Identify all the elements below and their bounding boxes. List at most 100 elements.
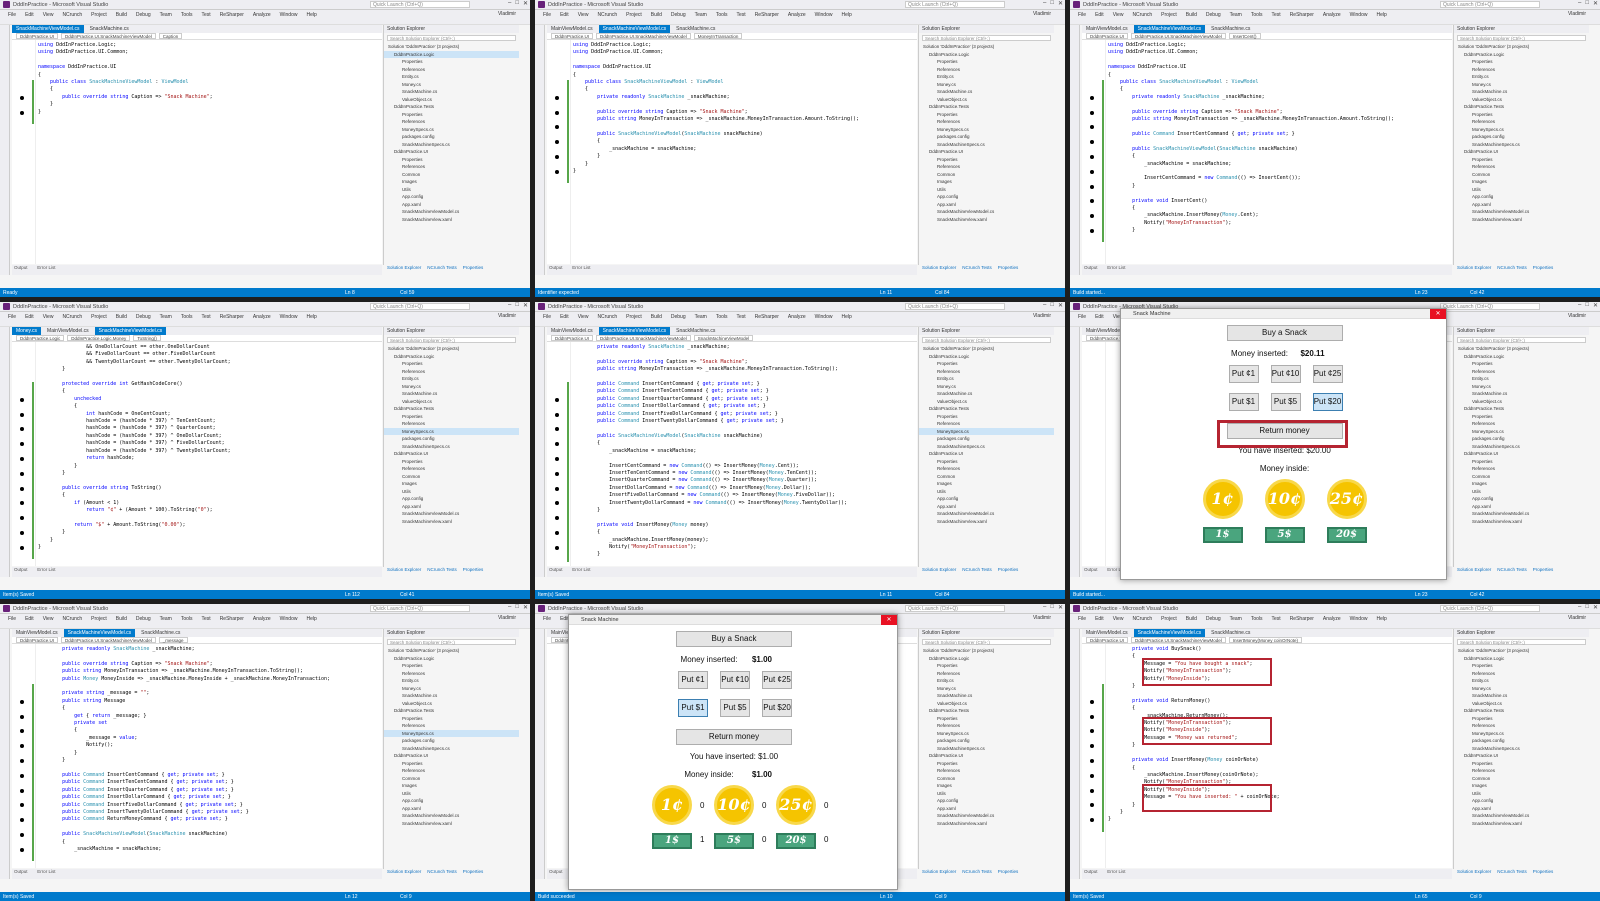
- code-editor[interactable]: private readonly SnackMachine _snackMach…: [12, 644, 382, 868]
- tree-item[interactable]: Common: [919, 775, 1054, 783]
- tree-item[interactable]: SnackMachineSpecs.cs: [919, 141, 1054, 149]
- user-name[interactable]: Vladimir: [1033, 313, 1051, 319]
- output-tab[interactable]: Output: [1084, 265, 1098, 270]
- output-tab[interactable]: Output: [549, 567, 563, 572]
- tree-item[interactable]: Properties: [919, 156, 1054, 164]
- code-editor[interactable]: private readonly SnackMachine _snackMach…: [547, 342, 917, 566]
- output-tab[interactable]: Output: [14, 869, 28, 874]
- tree-item[interactable]: packages.config: [1454, 737, 1589, 745]
- tree-item[interactable]: Images: [919, 782, 1054, 790]
- menu-item[interactable]: Analyze: [253, 616, 271, 622]
- tree-item[interactable]: DddInPractice.Logic: [384, 655, 519, 663]
- document-tab[interactable]: MainViewModel.cs: [1082, 25, 1132, 33]
- menu-item[interactable]: Tools: [716, 314, 728, 320]
- tree-item[interactable]: Properties: [384, 156, 519, 164]
- tree-item[interactable]: App.config: [1454, 495, 1589, 503]
- tree-item[interactable]: References: [919, 368, 1054, 376]
- tree-item[interactable]: Solution 'DddInPractice' (3 projects): [919, 345, 1054, 353]
- tree-item[interactable]: MoneySpecs.cs: [384, 126, 519, 134]
- document-tab[interactable]: MainViewModel.cs: [1082, 629, 1132, 637]
- tree-item[interactable]: SnackMachineViewModel.cs: [1454, 510, 1589, 518]
- tree-item[interactable]: Solution 'DddInPractice' (3 projects): [1454, 345, 1589, 353]
- code-editor[interactable]: using DddInPractice.Logic; using DddInPr…: [547, 40, 917, 264]
- menu-item[interactable]: File: [8, 616, 16, 622]
- tree-item[interactable]: DddInPractice.UI: [384, 752, 519, 760]
- tree-item[interactable]: SnackMachineViewModel.cs: [384, 812, 519, 820]
- menu-item[interactable]: NCrunch: [62, 12, 82, 18]
- tool-window-tab[interactable]: NCrunch Tests: [962, 265, 991, 271]
- breakpoint-icon[interactable]: [20, 545, 24, 550]
- code-text[interactable]: using DddInPractice.Logic; using DddInPr…: [1108, 42, 1448, 235]
- output-tab[interactable]: Output: [549, 265, 563, 270]
- tree-item[interactable]: DddInPractice.Logic: [919, 353, 1054, 361]
- document-tab[interactable]: SnackMachineViewModel.cs: [598, 327, 671, 335]
- breakpoint-icon[interactable]: [555, 412, 559, 417]
- tree-item[interactable]: DddInPractice.Tests: [384, 103, 519, 111]
- tree-item[interactable]: DddInPractice.Tests: [384, 707, 519, 715]
- menu-item[interactable]: Tools: [181, 314, 193, 320]
- quick-launch-input[interactable]: Quick Launch (Ctrl+Q): [905, 1, 1005, 8]
- document-tab[interactable]: Money.cs: [12, 327, 42, 335]
- tree-item[interactable]: DddInPractice.UI: [919, 148, 1054, 156]
- error-list-tab[interactable]: Error List: [1107, 869, 1125, 874]
- tree-item[interactable]: SnackMachineView.xaml: [384, 820, 519, 828]
- tree-item[interactable]: Common: [1454, 473, 1589, 481]
- breakpoint-icon[interactable]: [1090, 714, 1094, 719]
- breakpoint-icon[interactable]: [20, 788, 24, 793]
- menu-item[interactable]: Window: [280, 12, 298, 18]
- menu-item[interactable]: Team: [695, 12, 707, 18]
- breakpoint-icon[interactable]: [1090, 169, 1094, 174]
- menu-item[interactable]: Test: [1272, 616, 1281, 622]
- menu-item[interactable]: File: [8, 314, 16, 320]
- tree-item[interactable]: App.xaml: [919, 805, 1054, 813]
- tree-item[interactable]: DddInPractice.Logic: [919, 655, 1054, 663]
- tree-item[interactable]: Entity.cs: [384, 375, 519, 383]
- breakpoint-icon[interactable]: [555, 110, 559, 115]
- tree-item[interactable]: App.xaml: [384, 805, 519, 813]
- breakpoint-icon[interactable]: [20, 714, 24, 719]
- menu-item[interactable]: Debug: [671, 314, 686, 320]
- menu-item[interactable]: Window: [815, 314, 833, 320]
- tree-item[interactable]: DddInPractice.Tests: [919, 405, 1054, 413]
- tree-item[interactable]: Properties: [1454, 360, 1589, 368]
- tree-item[interactable]: DddInPractice.Logic: [1454, 51, 1589, 59]
- nav-dropdown[interactable]: MoneyInTransaction: [693, 33, 743, 39]
- menu-item[interactable]: ReSharper: [1290, 616, 1314, 622]
- close-icon[interactable]: ✕: [1593, 0, 1598, 7]
- menu-item[interactable]: NCrunch: [62, 616, 82, 622]
- menu-item[interactable]: Debug: [136, 616, 151, 622]
- tree-item[interactable]: Utils: [384, 790, 519, 798]
- tree-item[interactable]: References: [919, 465, 1054, 473]
- tree-item[interactable]: App.config: [1454, 193, 1589, 201]
- document-tab[interactable]: SnackMachineViewModel.cs: [1133, 629, 1206, 637]
- tree-item[interactable]: DddInPractice.UI: [1454, 148, 1589, 156]
- tree-item[interactable]: DddInPractice.Tests: [919, 103, 1054, 111]
- tree-item[interactable]: SnackMachineSpecs.cs: [384, 443, 519, 451]
- tool-window-tab[interactable]: NCrunch Tests: [1497, 567, 1526, 573]
- code-text[interactable]: private readonly SnackMachine _snackMach…: [38, 646, 378, 853]
- menu-item[interactable]: ReSharper: [220, 314, 244, 320]
- tree-item[interactable]: References: [384, 670, 519, 678]
- tree-item[interactable]: Utils: [919, 790, 1054, 798]
- output-tab[interactable]: Output: [14, 567, 28, 572]
- tree-item[interactable]: App.config: [384, 797, 519, 805]
- breakpoint-icon[interactable]: [1090, 759, 1094, 763]
- tree-item[interactable]: Properties: [919, 662, 1054, 670]
- tree-item[interactable]: ValueObject.cs: [1454, 700, 1589, 708]
- tree-item[interactable]: MoneySpecs.cs: [919, 427, 1054, 435]
- tree-item[interactable]: Money.cs: [919, 685, 1054, 693]
- menu-item[interactable]: Window: [1350, 616, 1368, 622]
- error-list-tab[interactable]: Error List: [1107, 265, 1125, 270]
- tree-item[interactable]: References: [384, 420, 519, 428]
- tree-item[interactable]: packages.config: [384, 133, 519, 141]
- menu-item[interactable]: Project: [91, 314, 107, 320]
- tree-item[interactable]: SnackMachine.cs: [919, 390, 1054, 398]
- breakpoint-icon[interactable]: [20, 759, 24, 763]
- code-editor[interactable]: using DddInPractice.Logic; using DddInPr…: [12, 40, 382, 264]
- menu-item[interactable]: Help: [841, 12, 851, 18]
- code-editor[interactable]: using DddInPractice.Logic; using DddInPr…: [1082, 40, 1452, 264]
- menu-item[interactable]: Build: [651, 314, 662, 320]
- menu-item[interactable]: NCrunch: [62, 314, 82, 320]
- user-name[interactable]: Vladimir: [498, 313, 516, 319]
- menu-item[interactable]: Analyze: [1323, 616, 1341, 622]
